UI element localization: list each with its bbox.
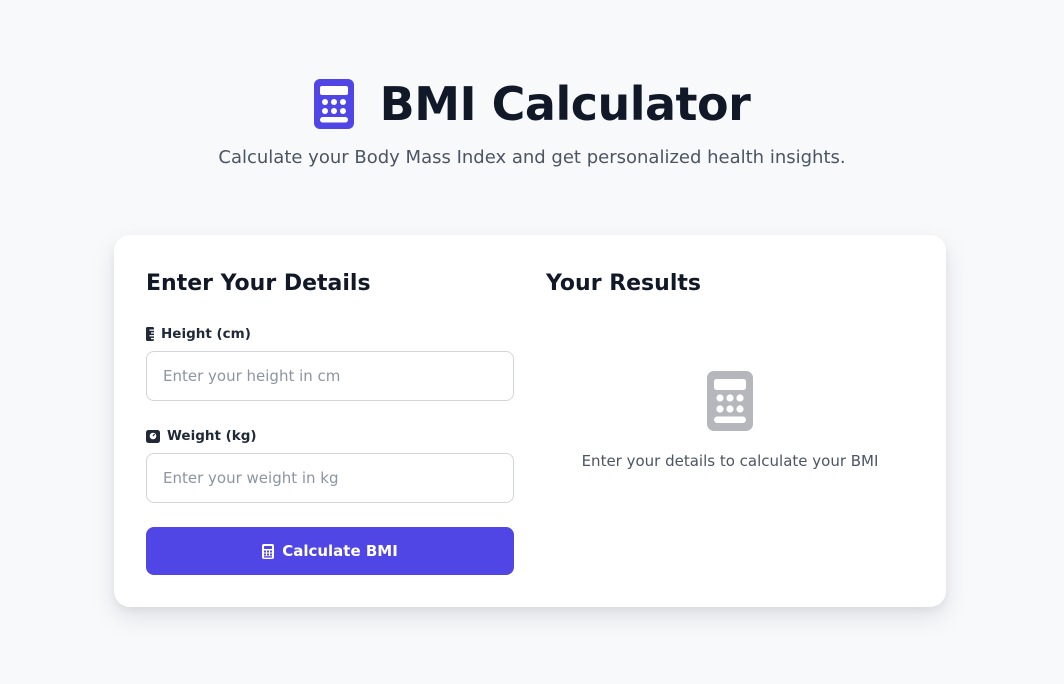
weight-field-group: Weight (kg) [146, 427, 257, 445]
page-subtitle: Calculate your Body Mass Index and get p… [218, 147, 846, 168]
page-header: BMI Calculator Calculate your Body Mass … [0, 76, 1064, 170]
calculate-bmi-button[interactable]: Calculate BMI [146, 527, 514, 575]
results-empty-text: Enter your details to calculate your BMI [581, 452, 879, 470]
details-form: Enter Your Details Height (cm) Enter you… [146, 269, 514, 575]
results-panel: Your Results Enter your details to calcu… [546, 269, 914, 470]
height-label-text: Height (cm) [161, 326, 251, 342]
calculator-icon [707, 371, 753, 431]
weight-input[interactable] [146, 453, 514, 503]
results-empty-state: Enter your details to calculate your BMI [546, 371, 914, 471]
results-title: Your Results [546, 271, 701, 296]
calculator-icon [262, 543, 275, 559]
calculate-bmi-label: Calculate BMI [282, 542, 398, 560]
height-input[interactable] [146, 351, 514, 401]
height-field-group: Height (cm) [146, 325, 251, 343]
calculator-icon [313, 79, 354, 129]
ruler-icon [146, 327, 154, 341]
page-title: BMI Calculator [379, 77, 751, 131]
weight-label-text: Weight (kg) [167, 428, 257, 444]
weight-icon [146, 429, 160, 443]
calculator-card: Enter Your Details Height (cm) Enter you… [114, 235, 946, 607]
height-label: Height (cm) [146, 325, 251, 343]
title-row: BMI Calculator [0, 76, 1064, 132]
weight-label: Weight (kg) [146, 427, 257, 445]
form-title: Enter Your Details [146, 271, 371, 296]
